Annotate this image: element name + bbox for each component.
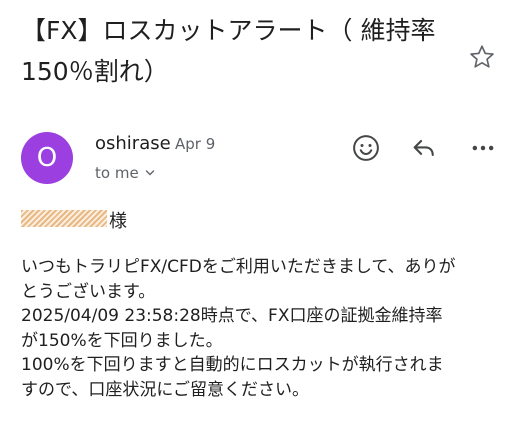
add-reaction-button[interactable] bbox=[350, 132, 382, 164]
email-body: いつもトラリピFX/CFDをご利用いただきまして、ありが とうございます。 20… bbox=[21, 255, 501, 402]
salutation-honorific: 様 bbox=[109, 211, 127, 232]
body-line: とうございます。 bbox=[21, 281, 156, 302]
sender-name[interactable]: oshirase bbox=[95, 133, 171, 154]
body-line: すので、口座状況にご留意ください。 bbox=[21, 379, 309, 400]
sender-avatar[interactable]: O bbox=[21, 132, 73, 184]
more-options-button[interactable] bbox=[467, 132, 499, 164]
more-horizontal-icon bbox=[472, 145, 494, 151]
body-line: いつもトラリピFX/CFDをご利用いただきまして、ありが bbox=[21, 257, 456, 277]
email-date: Apr 9 bbox=[175, 135, 216, 153]
body-line: が150%を下回りました。 bbox=[21, 330, 223, 351]
add-reaction-icon bbox=[353, 135, 379, 161]
star-icon[interactable] bbox=[468, 43, 496, 71]
subject-line-1: 【FX】ロスカットアラート（ 維持率 bbox=[21, 16, 436, 45]
recipient-details-toggle[interactable]: to me bbox=[95, 164, 155, 182]
body-line: 100%を下回りますと自動的にロスカットが執行されま bbox=[21, 355, 444, 375]
reply-button[interactable] bbox=[408, 132, 440, 164]
reply-icon bbox=[413, 139, 434, 157]
recipient-label: to me bbox=[95, 164, 139, 182]
body-line: 2025/04/09 23:58:28時点で、FX口座の証拠金維持率 bbox=[21, 306, 443, 326]
redacted-recipient-name bbox=[21, 210, 107, 227]
chevron-down-icon bbox=[145, 170, 154, 176]
subject-line-2: 150％割れ） bbox=[21, 57, 169, 86]
email-subject: 【FX】ロスカットアラート（ 維持率 150％割れ） bbox=[21, 10, 451, 92]
